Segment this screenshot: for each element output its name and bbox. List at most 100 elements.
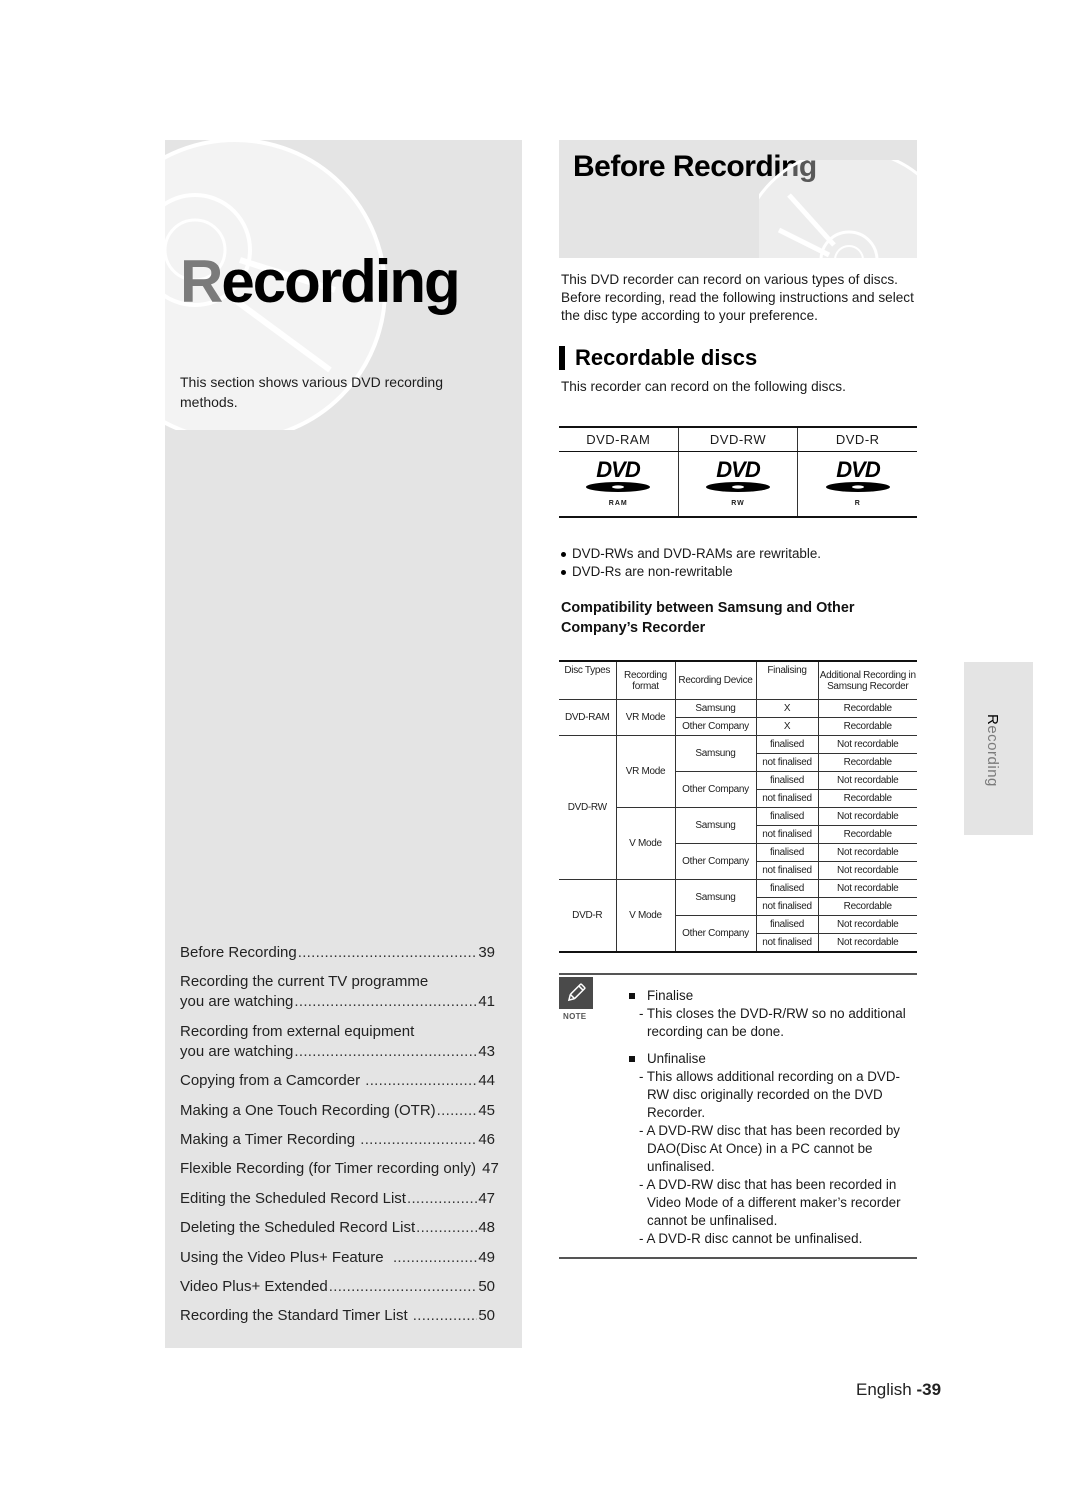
table-row: DVD-RW VR Mode Samsung finalised Not rec… (559, 735, 917, 880)
format-cell: V Mode (615, 879, 675, 952)
finalising-cell: not finalised (755, 825, 818, 844)
dvd-logo-graphic: DVD (586, 457, 651, 492)
toc-page-number: 46 (478, 1130, 495, 1148)
disc-watermark-icon (759, 160, 917, 258)
toc-item[interactable]: Before Recording 39 (180, 943, 495, 963)
toc-item[interactable]: Flexible Recording (for Timer recording … (180, 1159, 499, 1179)
header-finalising: Finalising (755, 661, 818, 700)
toc-item[interactable]: Making a One Touch Recording (OTR) 45 (180, 1101, 495, 1121)
finalising-cell: not finalised (755, 897, 818, 916)
toc-item[interactable]: Recording the Standard Timer List 50 (180, 1306, 495, 1326)
result-cell: Not recordable (817, 735, 917, 754)
toc-item-title: Before Recording (180, 944, 297, 961)
finalising-cell: finalised (755, 915, 818, 934)
side-tab-rest: ecording (984, 725, 1001, 787)
disc-types-table: DVD-RAM DVD-RW DVD-R DVD RAM DVD RW DVD … (559, 426, 917, 518)
result-cell: Not recordable (817, 807, 917, 826)
disc-type-cell: DVD-R (572, 910, 603, 921)
header-recording-device: Recording Device (674, 661, 756, 700)
toc-page-number: 43 (478, 1042, 495, 1060)
toc-item[interactable]: Using the Video Plus+ Feature 49 (180, 1248, 495, 1268)
toc-item-title: Recording the Standard Timer List (180, 1307, 412, 1325)
chapter-title-initial: R (180, 248, 223, 315)
toc-item-title: Deleting the Scheduled Record List (180, 1219, 416, 1237)
device-cell: Other Company (674, 915, 756, 952)
result-cell: Not recordable (817, 861, 917, 880)
side-tab-label: Recording (984, 714, 1001, 787)
result-cell: Not recordable (817, 879, 917, 898)
note-body: Finalise - This closes the DVD-R/RW so n… (629, 987, 919, 1257)
disc-type-cell: DVD-RW (559, 735, 616, 880)
toc-leader-dots (360, 1130, 477, 1150)
recordable-discs-intro: This recorder can record on the followin… (561, 379, 846, 394)
header-disc-types: Disc Types (564, 665, 611, 676)
note-item-unfinalise: Unfinalise - This allows additional reco… (629, 1050, 919, 1248)
note-item-finalise: Finalise - This closes the DVD-R/RW so n… (629, 987, 919, 1041)
toc-item[interactable]: Editing the Scheduled Record List 47 (180, 1189, 495, 1209)
page-footer: English -39 (856, 1380, 941, 1400)
device-cell: Samsung (674, 699, 756, 718)
table-of-contents: Before Recording 39 Recording the current … (180, 943, 499, 1336)
disc-type-header: DVD-R (797, 427, 917, 452)
page-number: -39 (916, 1380, 942, 1399)
toc-page-number: 48 (478, 1219, 495, 1237)
toc-item-title: Making a One Touch Recording (OTR) (180, 1101, 436, 1119)
result-cell: Recordable (817, 789, 917, 808)
format-cell: VR Mode (615, 699, 675, 736)
disc-notes-list: DVD-RWs and DVD-RAMs are rewritable. DVD… (561, 545, 821, 581)
toc-item-title: Flexible Recording (for Timer recording … (180, 1160, 481, 1178)
list-item: DVD-RWs and DVD-RAMs are rewritable. (561, 545, 821, 563)
page-intro: This DVD recorder can record on various … (561, 272, 914, 323)
toc-leader-dots (294, 992, 477, 1012)
toc-item[interactable]: Copying from a Camcorder 44 (180, 1071, 495, 1091)
finalising-cell: not finalised (755, 753, 818, 772)
toc-item-title: Editing the Scheduled Record List (180, 1189, 406, 1207)
result-cell: Not recordable (817, 915, 917, 934)
toc-leader-dots (365, 1071, 477, 1091)
toc-item-title-line1: Recording from external equipment (180, 1022, 415, 1040)
finalising-cell: not finalised (755, 933, 818, 952)
device-cell: Other Company (674, 771, 756, 808)
dvd-rw-logo-icon: DVD RW (703, 457, 773, 507)
toc-leader-dots (413, 1306, 478, 1326)
toc-page-number: 41 (478, 993, 495, 1011)
toc-item[interactable]: Recording the current TV programme you ar… (180, 972, 495, 1012)
device-cell: Samsung (674, 735, 756, 772)
result-cell: Not recordable (817, 933, 917, 952)
finalising-cell: finalised (755, 771, 818, 790)
note-box: NOTE Finalise - This closes the DVD-R/RW… (559, 973, 917, 1259)
finalising-cell: not finalised (755, 789, 818, 808)
page-header: Before Recording (559, 140, 917, 258)
result-cell: Recordable (817, 699, 917, 718)
dvd-logo-sub: RW (731, 500, 745, 507)
device-cell: Samsung (674, 807, 756, 844)
toc-item[interactable]: Video Plus+ Extended 50 (180, 1277, 495, 1297)
finalising-cell: finalised (755, 843, 818, 862)
toc-item-title: Copying from a Camcorder (180, 1072, 365, 1090)
toc-page-number: 50 (478, 1307, 495, 1325)
note-item-text: - A DVD-RW disc that has been recorded b… (639, 1123, 900, 1174)
list-item-text: DVD-Rs are non-rewritable (572, 564, 733, 579)
square-bullet-icon (629, 1056, 635, 1062)
result-cell: Recordable (817, 825, 917, 844)
dvd-logo-graphic: DVD (705, 457, 770, 492)
disc-type-cell: DVD-RAM (559, 699, 616, 736)
svg-text:DVD: DVD (597, 458, 642, 482)
finalising-cell: X (755, 699, 818, 718)
toc-page-number: 50 (478, 1277, 495, 1295)
chapter-side-tab[interactable]: Recording (964, 662, 1033, 835)
format-cell: VR Mode (615, 735, 675, 808)
toc-page-number: 47 (478, 1189, 495, 1207)
disc-logo-cell: DVD RAM (559, 452, 678, 518)
toc-page-number: 47 (482, 1160, 499, 1178)
bullet-icon (561, 551, 566, 557)
list-item: DVD-Rs are non-rewritable (561, 563, 821, 581)
pencil-note-icon (559, 977, 593, 1009)
square-bullet-icon (629, 993, 635, 999)
toc-item[interactable]: Recording from external equipment you are… (180, 1022, 495, 1062)
toc-item-title: you are watching (180, 993, 294, 1011)
toc-item[interactable]: Making a Timer Recording 46 (180, 1130, 495, 1150)
toc-item[interactable]: Deleting the Scheduled Record List 48 (180, 1218, 495, 1238)
toc-leader-dots (298, 943, 478, 963)
disc-type-header: DVD-RAM (559, 427, 679, 452)
